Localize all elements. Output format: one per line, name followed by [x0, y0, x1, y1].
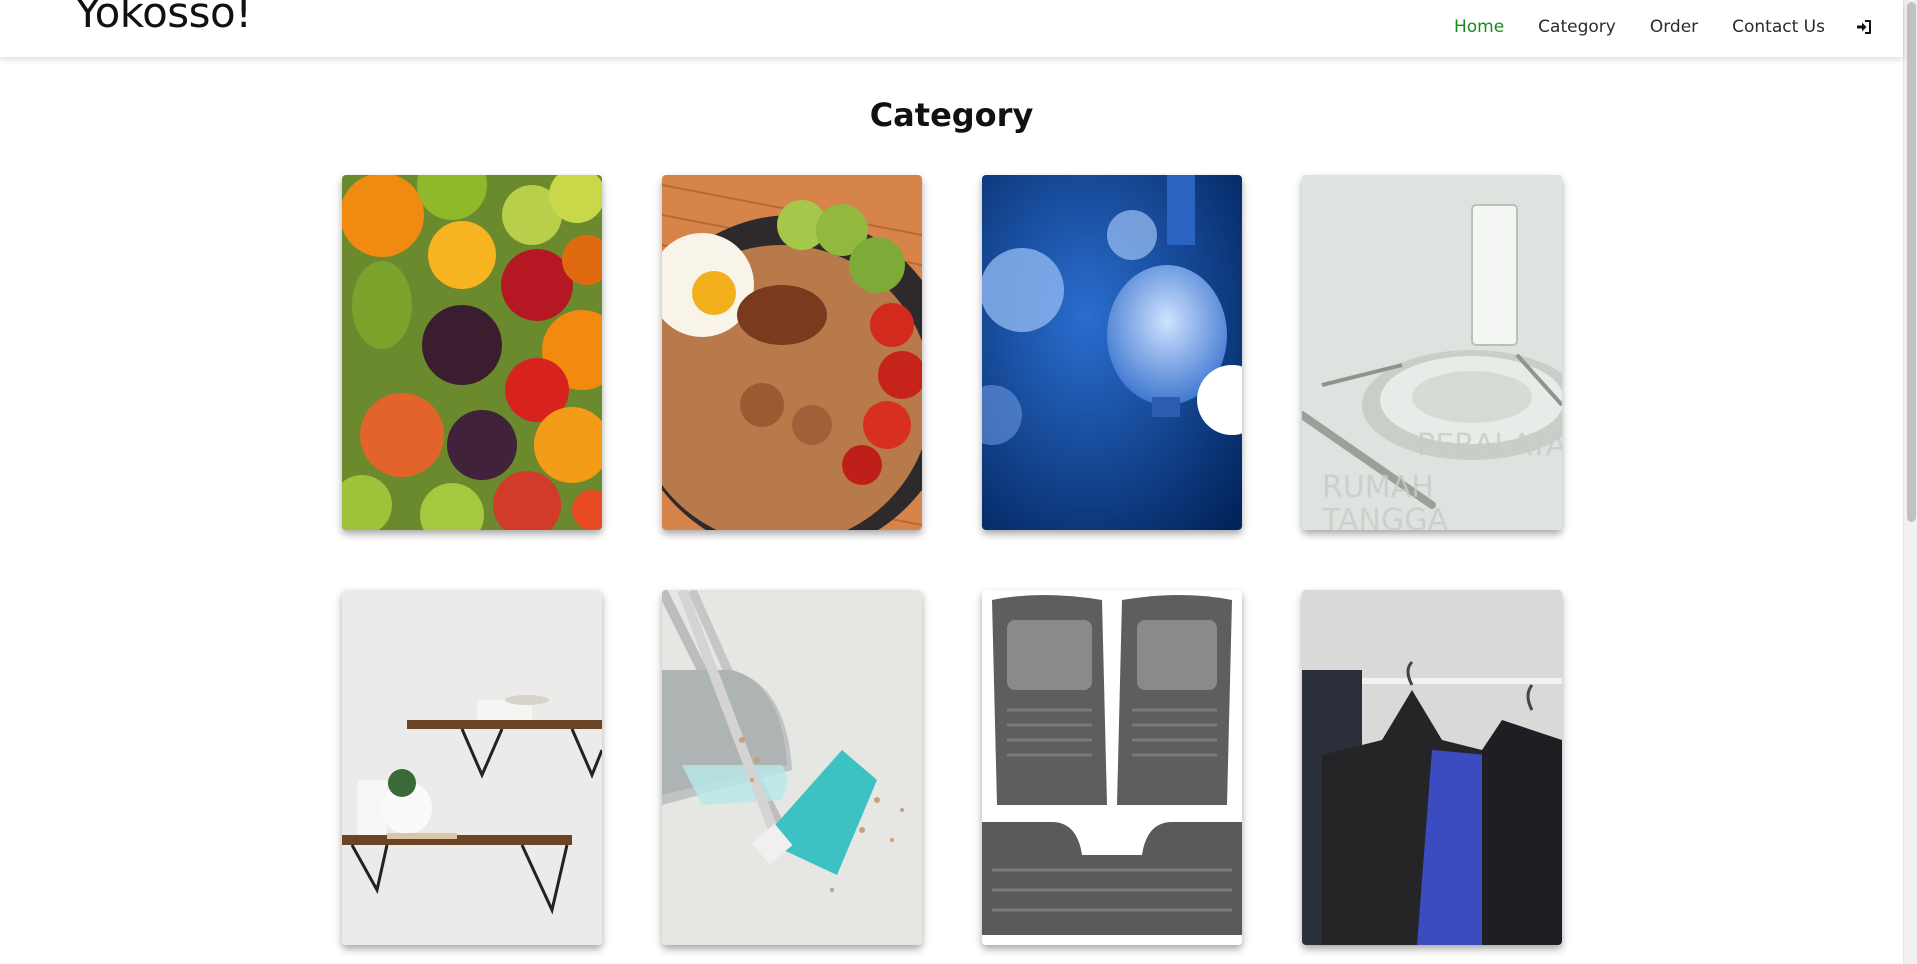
page-title: Category	[869, 96, 1034, 134]
category-card-clothing[interactable]	[1302, 590, 1562, 945]
nav-home-link[interactable]: Home	[1454, 17, 1504, 37]
category-card-fruits[interactable]	[342, 175, 602, 530]
wall-shelves-image	[342, 590, 602, 945]
brand-logo[interactable]: Yokosso!	[75, 0, 252, 34]
nav-contact-link[interactable]: Contact Us	[1732, 17, 1825, 37]
nav-category-link[interactable]: Category	[1538, 17, 1616, 37]
broom-dustpan-image	[662, 590, 922, 945]
category-card-automotive[interactable]	[982, 590, 1242, 945]
category-card-lighting[interactable]	[982, 175, 1242, 530]
sign-in-icon[interactable]	[1855, 18, 1873, 36]
navbar: Yokosso! Home Category Order Contact Us	[0, 0, 1903, 57]
fruits-image	[342, 175, 602, 530]
nav-order-link[interactable]: Order	[1650, 17, 1698, 37]
page-scrollbar[interactable]	[1903, 0, 1917, 964]
scrollbar-thumb[interactable]	[1907, 2, 1916, 522]
car-floor-mats-image	[982, 590, 1242, 945]
svg-text:PERALATAN: PERALATAN	[1417, 428, 1562, 463]
category-card-fried-rice[interactable]	[662, 175, 922, 530]
fried-rice-image	[662, 175, 922, 530]
category-card-cleaning[interactable]	[662, 590, 922, 945]
svg-text:RUMAH: RUMAH	[1322, 470, 1434, 505]
light-bulb-image	[982, 175, 1242, 530]
category-card-tableware[interactable]: PERALATAN RUMAH TANGGA	[1302, 175, 1562, 530]
tableware-image: PERALATAN RUMAH TANGGA	[1302, 175, 1562, 530]
nav-links: Home Category Order Contact Us	[1420, 17, 1873, 37]
clothes-rack-image	[1302, 590, 1562, 945]
svg-text:TANGGA: TANGGA	[1321, 503, 1448, 530]
category-card-shelves[interactable]	[342, 590, 602, 945]
